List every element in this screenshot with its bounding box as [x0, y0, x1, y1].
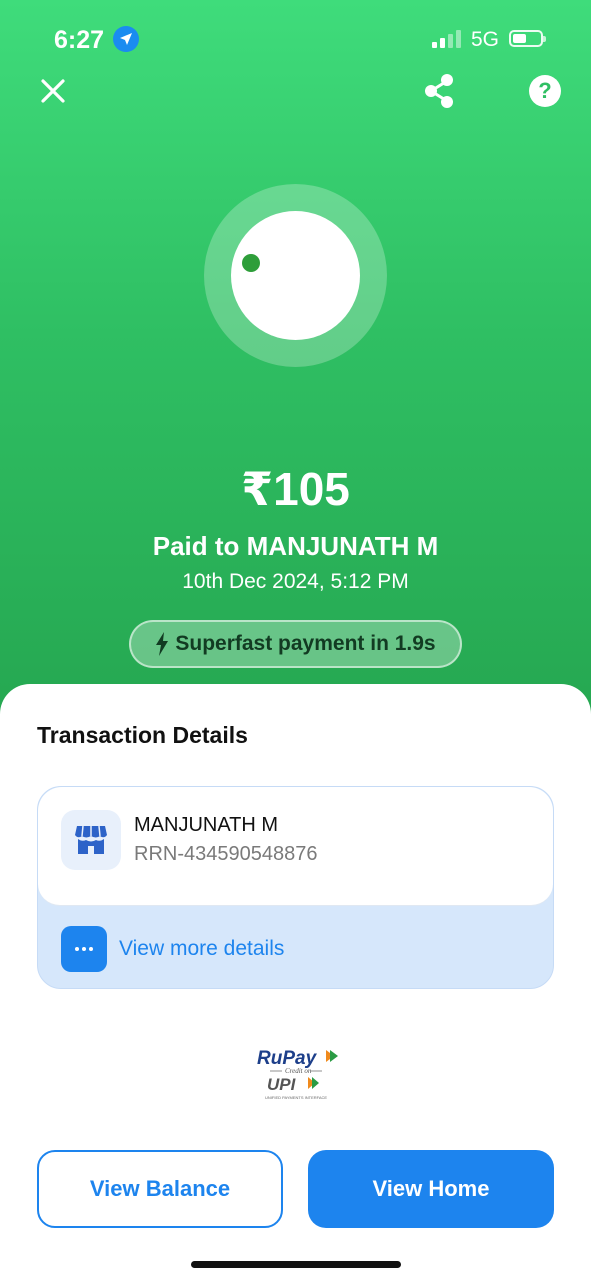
share-button[interactable]: [421, 73, 457, 109]
svg-text:Credit on: Credit on: [285, 1067, 312, 1075]
view-home-button[interactable]: View Home: [308, 1150, 554, 1228]
view-more-details-button[interactable]: [61, 926, 107, 972]
view-balance-button[interactable]: View Balance: [37, 1150, 283, 1228]
paid-to-label: Paid to MANJUNATH M: [152, 531, 439, 561]
success-hero: 6:27 5G ? ₹105 Paid to MANJUNATH M 10th …: [0, 0, 591, 740]
battery-icon: [509, 30, 546, 47]
svg-text:UPI: UPI: [267, 1075, 297, 1094]
merchant-row[interactable]: MANJUNATH M RRN-434590548876: [38, 787, 553, 906]
merchant-name: MANJUNATH M: [134, 814, 279, 836]
rupay-upi-logo: RuPay Credit on UPI UNIFIED PAYMENTS INT…: [252, 1044, 342, 1104]
payment-amount: ₹105: [241, 463, 350, 515]
close-button[interactable]: [35, 73, 71, 109]
lightning-icon: [156, 632, 169, 656]
success-animation-disc: [231, 211, 360, 340]
status-bar: 6:27 5G: [0, 24, 591, 56]
transaction-sheet: Transaction Details MANJUNATH M RRN-4345…: [0, 684, 591, 1280]
help-button[interactable]: ?: [527, 73, 563, 109]
store-icon: [61, 810, 121, 870]
rrn-number: RRN-434590548876: [134, 843, 318, 865]
transaction-details-title: Transaction Details: [37, 722, 248, 748]
more-dots-icon: [75, 947, 93, 951]
view-more-details-link[interactable]: View more details: [119, 937, 284, 961]
cellular-signal-icon: [432, 30, 461, 48]
svg-text:RuPay: RuPay: [257, 1048, 318, 1069]
superfast-payment-text: Superfast payment in 1.9s: [175, 632, 436, 655]
location-arrow-icon: [113, 26, 139, 52]
help-icon: ?: [529, 75, 561, 107]
share-icon: [425, 74, 453, 108]
status-time: 6:27: [54, 26, 105, 54]
home-indicator[interactable]: [191, 1261, 401, 1268]
svg-text:UNIFIED PAYMENTS INTERFACE: UNIFIED PAYMENTS INTERFACE: [265, 1095, 327, 1100]
close-icon: [41, 79, 65, 103]
success-animation-dot: [242, 254, 260, 272]
network-type: 5G: [471, 28, 500, 51]
superfast-payment-badge: Superfast payment in 1.9s: [129, 620, 462, 668]
payment-date: 10th Dec 2024, 5:12 PM: [182, 570, 409, 593]
transaction-card: MANJUNATH M RRN-434590548876 View more d…: [37, 786, 554, 989]
